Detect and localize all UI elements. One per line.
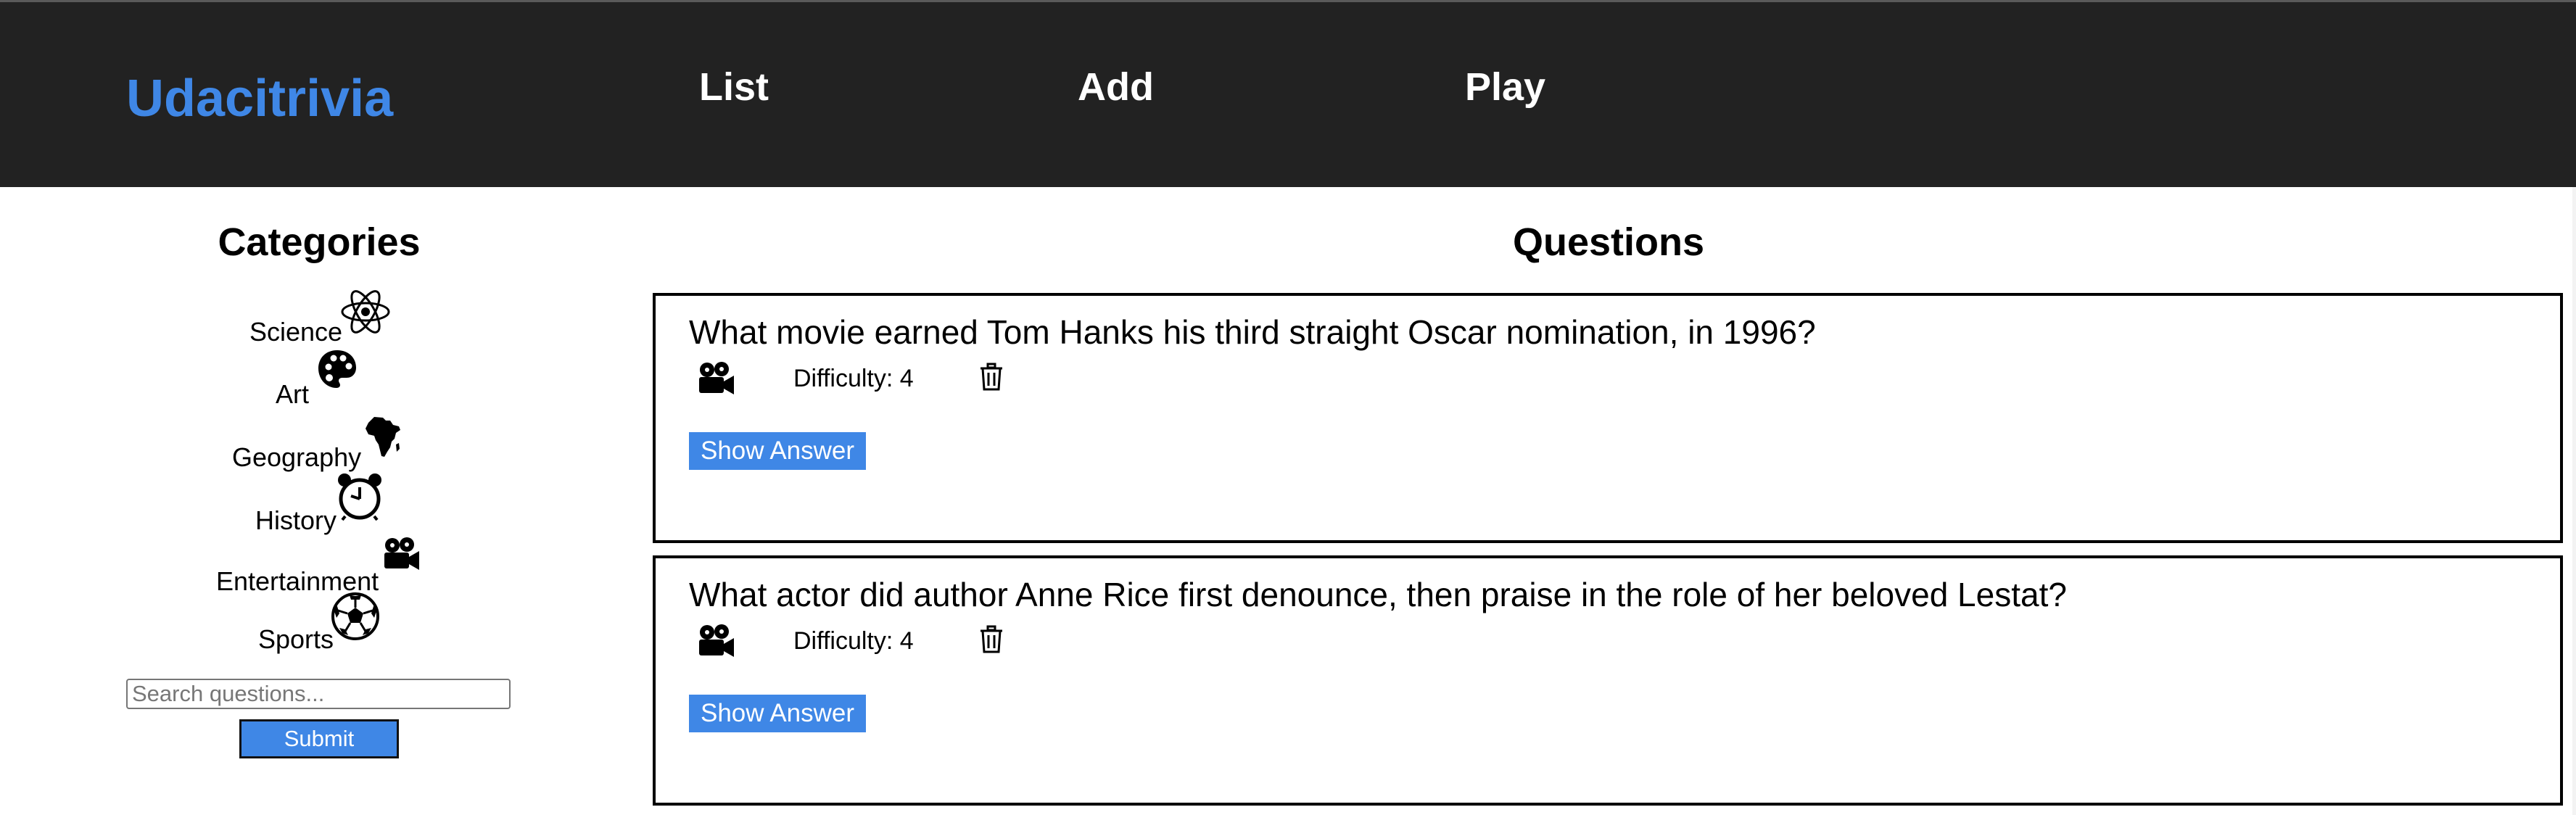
trash-icon[interactable]: [979, 625, 1004, 658]
category-label: Science: [249, 317, 343, 347]
categories-heading: Categories: [218, 220, 421, 264]
trash-icon[interactable]: [979, 363, 1004, 395]
category-item-art[interactable]: Art: [276, 350, 392, 410]
question-text: What movie earned Tom Hanks his third st…: [689, 313, 1816, 351]
soccer-ball-icon: [331, 592, 380, 645]
category-item-history[interactable]: History: [255, 473, 400, 537]
film-camera-icon: [695, 624, 735, 662]
top-navbar: Udacitrivia List Add Play: [0, 0, 2576, 187]
show-answer-button[interactable]: Show Answer: [689, 695, 866, 732]
submit-search-button[interactable]: Submit: [239, 719, 399, 758]
question-card: What actor did author Anne Rice first de…: [653, 555, 2563, 806]
africa-map-icon: [364, 415, 402, 463]
palette-icon: [316, 348, 358, 394]
difficulty-label: Difficulty: 4: [793, 627, 914, 655]
navbar-top-border: [0, 0, 2576, 2]
nav-play-link[interactable]: Play: [1465, 61, 1545, 113]
search-input[interactable]: [126, 679, 511, 709]
question-card: What movie earned Tom Hanks his third st…: [653, 293, 2563, 543]
difficulty-label: Difficulty: 4: [793, 365, 914, 392]
question-text: What actor did author Anne Rice first de…: [689, 576, 2067, 613]
brand-logo-link[interactable]: Udacitrivia: [126, 64, 393, 133]
nav-add-link[interactable]: Add: [1078, 61, 1154, 113]
atom-icon: [339, 286, 392, 342]
category-item-geography[interactable]: Geography: [232, 415, 406, 473]
category-label: Art: [276, 379, 310, 409]
category-item-science[interactable]: Science: [249, 290, 402, 348]
category-item-entertainment[interactable]: Entertainment: [216, 537, 434, 597]
questions-heading: Questions: [1512, 220, 1705, 264]
film-camera-icon: [380, 537, 421, 575]
alarm-clock-icon: [335, 471, 384, 524]
show-answer-button[interactable]: Show Answer: [689, 432, 866, 470]
category-item-sports[interactable]: Sports: [258, 592, 403, 655]
category-label: History: [255, 505, 337, 535]
window-edge: [2572, 187, 2576, 815]
category-label: Sports: [258, 624, 334, 654]
nav-list-link[interactable]: List: [699, 61, 769, 113]
category-label: Geography: [232, 442, 362, 472]
film-camera-icon: [695, 361, 735, 400]
